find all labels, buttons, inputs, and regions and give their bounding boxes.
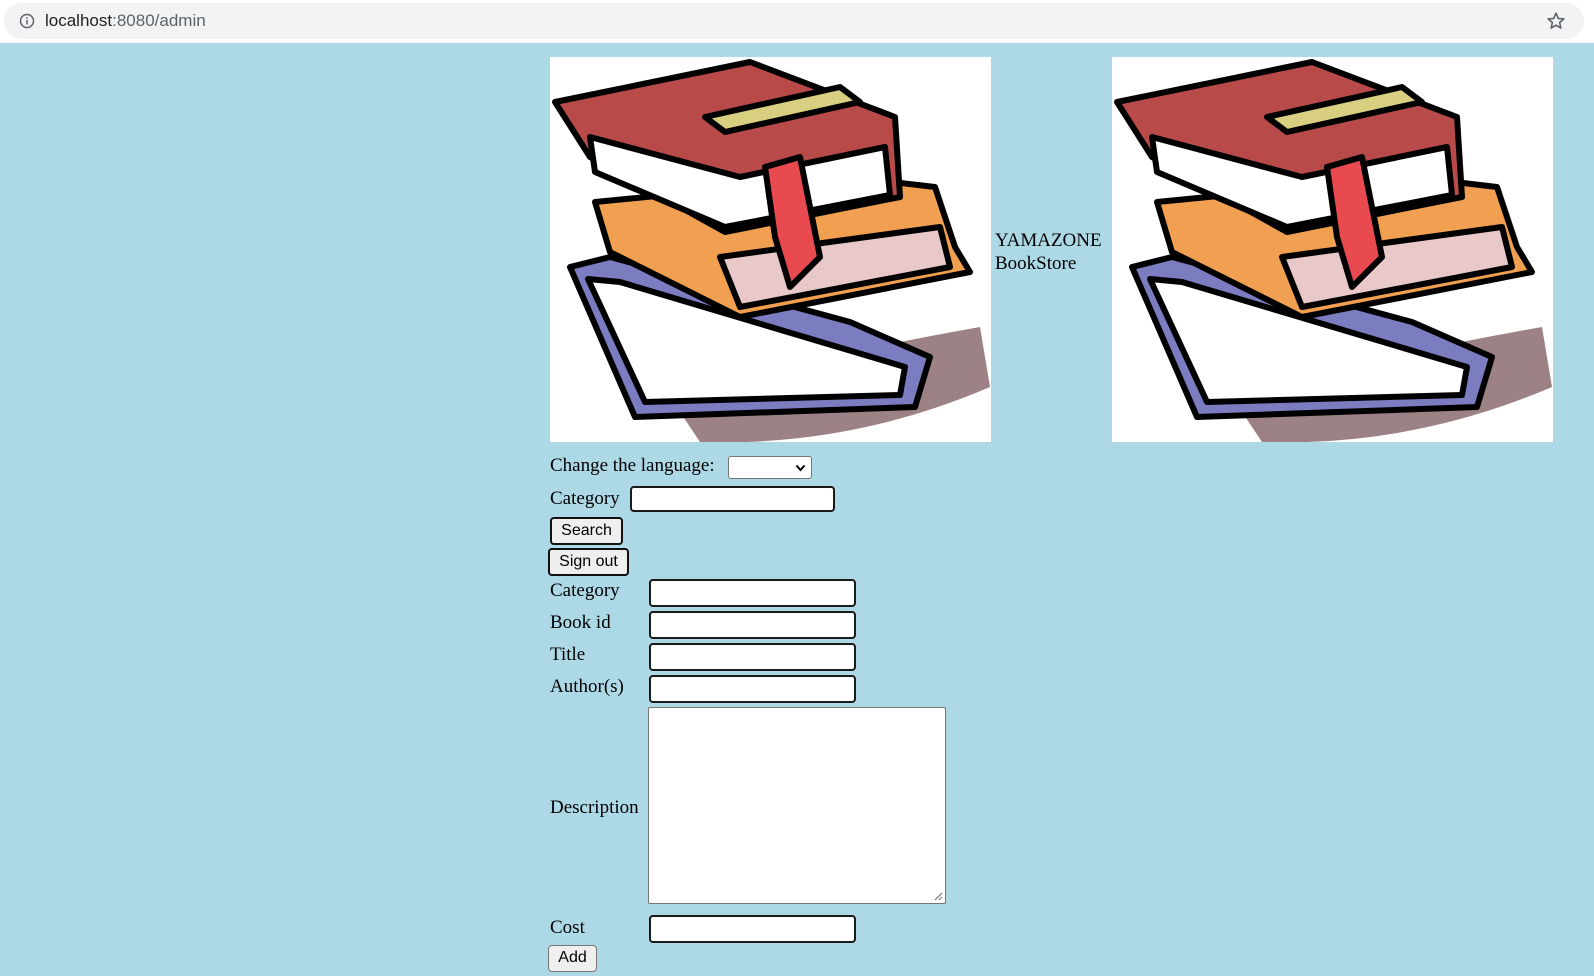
browser-address-bar: localhost:8080/admin: [0, 0, 1594, 43]
language-label: Change the language:: [550, 455, 715, 476]
bookmark-star-icon[interactable]: [1546, 11, 1566, 31]
add-button[interactable]: Add: [548, 945, 597, 972]
store-name-line1: YAMAZONE: [995, 230, 1102, 251]
authors-input[interactable]: [649, 675, 856, 703]
cost-input[interactable]: [649, 915, 856, 943]
store-name-line2: BookStore: [995, 253, 1077, 274]
sign-out-button[interactable]: Sign out: [548, 548, 629, 576]
authors-label: Author(s): [550, 676, 624, 697]
book-id-input[interactable]: [649, 611, 856, 639]
books-logo-right: [1112, 57, 1553, 442]
category-label: Category: [550, 580, 620, 601]
book-id-label: Book id: [550, 612, 611, 633]
description-label: Description: [550, 797, 639, 818]
search-button[interactable]: Search: [550, 517, 623, 545]
url-path: :8080/admin: [112, 11, 206, 30]
info-icon[interactable]: [19, 13, 35, 29]
resize-handle-icon[interactable]: [933, 891, 943, 901]
books-logo-left: [550, 57, 991, 442]
cost-label: Cost: [550, 917, 585, 938]
search-category-label: Category: [550, 488, 620, 509]
chevron-down-icon: [795, 464, 806, 472]
language-select[interactable]: [728, 456, 812, 479]
title-label: Title: [550, 644, 586, 665]
url-text[interactable]: localhost:8080/admin: [45, 11, 206, 31]
url-field[interactable]: localhost:8080/admin: [4, 3, 1584, 39]
store-name: YAMAZONE BookStore: [995, 229, 1102, 275]
url-host: localhost: [45, 11, 113, 30]
description-textarea[interactable]: [648, 707, 946, 904]
category-input[interactable]: [649, 579, 856, 607]
stack-of-books-image: [1114, 59, 1552, 442]
stack-of-books-image: [552, 59, 990, 442]
search-category-input[interactable]: [630, 486, 835, 512]
title-input[interactable]: [649, 643, 856, 671]
